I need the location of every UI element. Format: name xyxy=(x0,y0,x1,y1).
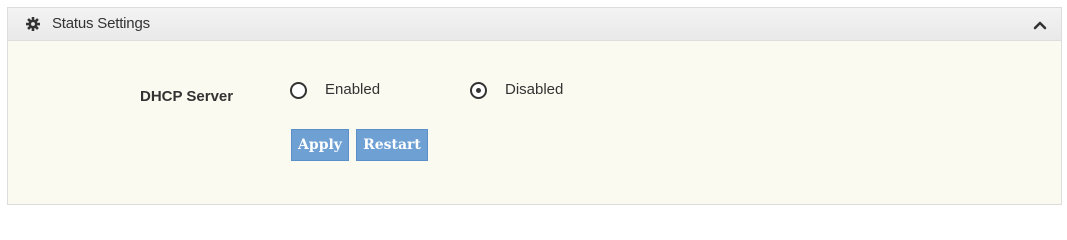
radio-dot xyxy=(476,88,481,93)
gear-icon xyxy=(26,17,40,31)
chevron-up-icon[interactable] xyxy=(1033,18,1047,32)
radio-checked-icon[interactable] xyxy=(470,82,487,99)
apply-button[interactable]: Apply xyxy=(291,129,349,161)
dhcp-disabled-label[interactable]: Disabled xyxy=(505,81,563,98)
dhcp-enabled-label[interactable]: Enabled xyxy=(325,81,380,98)
panel-title: Status Settings xyxy=(52,15,150,32)
restart-button[interactable]: Restart xyxy=(356,129,428,161)
panel-header[interactable]: Status Settings xyxy=(8,8,1061,41)
status-settings-panel: Status Settings DHCP Server Enabled Disa… xyxy=(7,7,1062,205)
dhcp-server-label: DHCP Server xyxy=(140,88,234,105)
radio-unchecked-icon[interactable] xyxy=(290,82,307,99)
